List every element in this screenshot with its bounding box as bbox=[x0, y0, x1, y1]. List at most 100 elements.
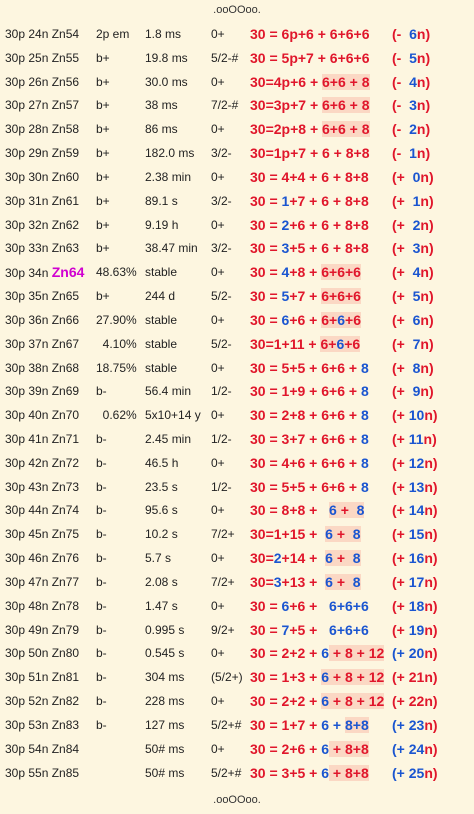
delta-segment: (+ bbox=[392, 264, 405, 281]
spin-parity: 0+ bbox=[211, 169, 225, 184]
isotope-label-text: 30p 47n Zn77 bbox=[5, 574, 80, 589]
delta-segment: (+ bbox=[392, 311, 405, 328]
delta-segment: 1 bbox=[404, 192, 421, 209]
spin-parity: 0+ bbox=[211, 694, 225, 709]
delta-segment: 5 bbox=[401, 49, 417, 66]
half-life: 9.19 h bbox=[145, 217, 179, 232]
isotope-label: 30p 39n Zn69 bbox=[5, 384, 79, 398]
half-life: 5.7 s bbox=[145, 551, 172, 566]
abundance-or-decay: 0.62% bbox=[96, 408, 137, 423]
half-life: 19.8 ms bbox=[145, 50, 188, 65]
equation-segment: 8+8 bbox=[344, 716, 369, 733]
equation-segment: 30 = 3+5 + bbox=[250, 764, 322, 781]
delta-segment: 10 bbox=[404, 407, 425, 424]
shell-equation: 30 = 1+3 + 6 + 8 + 12 bbox=[250, 669, 385, 686]
isotope-label-text: 30p 50n Zn80 bbox=[5, 646, 80, 661]
isotope-label: 30p 32n Zn62 bbox=[5, 218, 79, 232]
isotope-label: 30p 26n Zn56 bbox=[5, 75, 79, 89]
equation-segment: 30=3p+7 + bbox=[250, 97, 323, 114]
neutron-delta: (+ 17n) bbox=[392, 574, 470, 590]
half-life: 1.8 ms bbox=[145, 26, 182, 41]
equation-segment: +8 + bbox=[289, 264, 322, 281]
shell-equation: 30 = 2+8 + 6+6 + 8 bbox=[250, 407, 369, 423]
delta-segment: 1 bbox=[401, 145, 417, 162]
isotope-row: 30p 40n Zn70 0.62% 5x10+14 y 0+ 30 = 2+8 + … bbox=[0, 403, 474, 427]
abundance-or-decay: 48.63% bbox=[96, 265, 137, 280]
neutron-delta: (+ 1n) bbox=[392, 193, 470, 209]
spin-parity: 5/2- bbox=[211, 336, 232, 351]
delta-segment: n) bbox=[420, 288, 434, 305]
equation-segment: 6+6+6 bbox=[329, 597, 369, 614]
isotope-label-text: 30p 36n Zn66 bbox=[5, 312, 80, 327]
abundance-or-decay: b- bbox=[96, 717, 107, 732]
spin-parity: 5/2- bbox=[211, 289, 232, 304]
isotope-label-text: 30p 45n Zn75 bbox=[5, 527, 80, 542]
equation-segment: 30 = 2+2 + bbox=[250, 693, 322, 710]
half-life: 182.0 ms bbox=[145, 146, 195, 161]
equation-segment: +6 + bbox=[289, 311, 322, 328]
isotope-row: 30p 27n Zn57 b+ 38 ms 7/2-# 30=3p+7 + 6+6 + … bbox=[0, 93, 474, 117]
spin-parity: 7/2-# bbox=[211, 98, 239, 113]
spin-parity: 1/2- bbox=[211, 479, 232, 494]
isotope-label-text: 30p 48n Zn78 bbox=[5, 598, 80, 613]
spin-parity: 0+ bbox=[211, 217, 225, 232]
delta-segment: 6 bbox=[401, 25, 417, 42]
isotope-label-text: 30p 46n Zn76 bbox=[5, 551, 80, 566]
shell-equation: 30 = 4+8 + 6+6+6 bbox=[250, 264, 361, 281]
delta-segment: (- bbox=[392, 121, 402, 138]
spin-parity: 1/2- bbox=[211, 384, 232, 399]
isotope-label: 30p 40n Zn70 bbox=[5, 408, 79, 422]
delta-segment: 12 bbox=[404, 454, 425, 471]
delta-segment: n) bbox=[416, 145, 431, 162]
half-life: 228 ms bbox=[145, 694, 185, 709]
isotope-row: 30p 24n Zn54 2p em 1.8 ms 0+ 30 = 6p+6 + 6+6… bbox=[0, 22, 474, 46]
spin-parity: 0+ bbox=[211, 598, 225, 613]
delta-segment: n) bbox=[416, 97, 431, 114]
equation-segment: 6 + bbox=[321, 716, 345, 733]
delta-segment: n) bbox=[424, 454, 438, 471]
isotope-label: 30p 34n Zn64 bbox=[5, 264, 84, 280]
abundance-or-decay: b+ bbox=[96, 50, 110, 65]
delta-segment: 3 bbox=[404, 240, 421, 257]
delta-segment: n) bbox=[420, 216, 434, 233]
delta-segment: 3 bbox=[401, 97, 417, 114]
bottom-ornament: .ooOOoo. bbox=[213, 794, 261, 806]
delta-segment: n) bbox=[424, 621, 438, 638]
half-life: 50# ms bbox=[145, 765, 185, 780]
delta-segment: (+ bbox=[392, 359, 405, 376]
isotope-row: 30p 37n Zn67 4.10% stable 5/2- 30=1+11 + 6+… bbox=[0, 332, 474, 356]
abundance-or-decay: b- bbox=[96, 455, 107, 470]
isotope-label-text: 30p 44n Zn74 bbox=[5, 503, 80, 518]
isotope-label-text: 30p 54n Zn84 bbox=[5, 741, 80, 756]
neutron-delta: (+ 18n) bbox=[392, 598, 470, 614]
spin-parity: 7/2+ bbox=[211, 574, 235, 589]
delta-segment: 6 bbox=[404, 311, 421, 328]
isotope-label-text: 30p 29n Zn59 bbox=[5, 146, 80, 161]
shell-equation: 30=4p+6 + 6+6 + 8 bbox=[250, 73, 370, 90]
equation-segment: + 8+8 bbox=[329, 764, 369, 781]
neutron-delta: (+ 0n) bbox=[392, 169, 470, 185]
equation-segment: 30 = bbox=[250, 192, 282, 209]
isotope-label: 30p 51n Zn81 bbox=[5, 670, 79, 684]
isotope-label-text: 30p 30n Zn60 bbox=[5, 169, 80, 184]
neutron-delta: (+ 21n) bbox=[392, 669, 470, 685]
spin-parity: 5/2-# bbox=[211, 50, 239, 65]
neutron-delta: (+ 11n) bbox=[392, 431, 470, 447]
equation-segment: 6+ bbox=[320, 335, 337, 352]
spin-parity: 0+ bbox=[211, 312, 225, 327]
equation-segment: 30=2p+8 + bbox=[250, 121, 323, 138]
isotope-label: 30p 41n Zn71 bbox=[5, 432, 79, 446]
isotope-label: 30p 46n Zn76 bbox=[5, 551, 79, 565]
delta-segment: (+ bbox=[392, 550, 405, 567]
shell-equation: 30 = 4+6 + 6+6 + 8 bbox=[250, 455, 369, 471]
shell-equation: 30=1p+7 + 6 + 8+8 bbox=[250, 145, 370, 161]
equation-segment: 30 = bbox=[250, 597, 282, 614]
abundance-or-decay: b- bbox=[96, 598, 107, 613]
delta-segment: 5 bbox=[404, 288, 421, 305]
isotope-row: 30p 33n Zn63 b+ 38.47 min 3/2- 30 = 3+5 + 6 … bbox=[0, 236, 474, 260]
isotope-label-text: 30p 37n Zn67 bbox=[5, 336, 80, 351]
spin-parity: 3/2- bbox=[211, 146, 232, 161]
delta-segment: n) bbox=[420, 192, 434, 209]
shell-equation: 30 = 6+6 + 6+6+6 bbox=[250, 598, 369, 614]
delta-segment: (+ 24 bbox=[392, 740, 425, 757]
